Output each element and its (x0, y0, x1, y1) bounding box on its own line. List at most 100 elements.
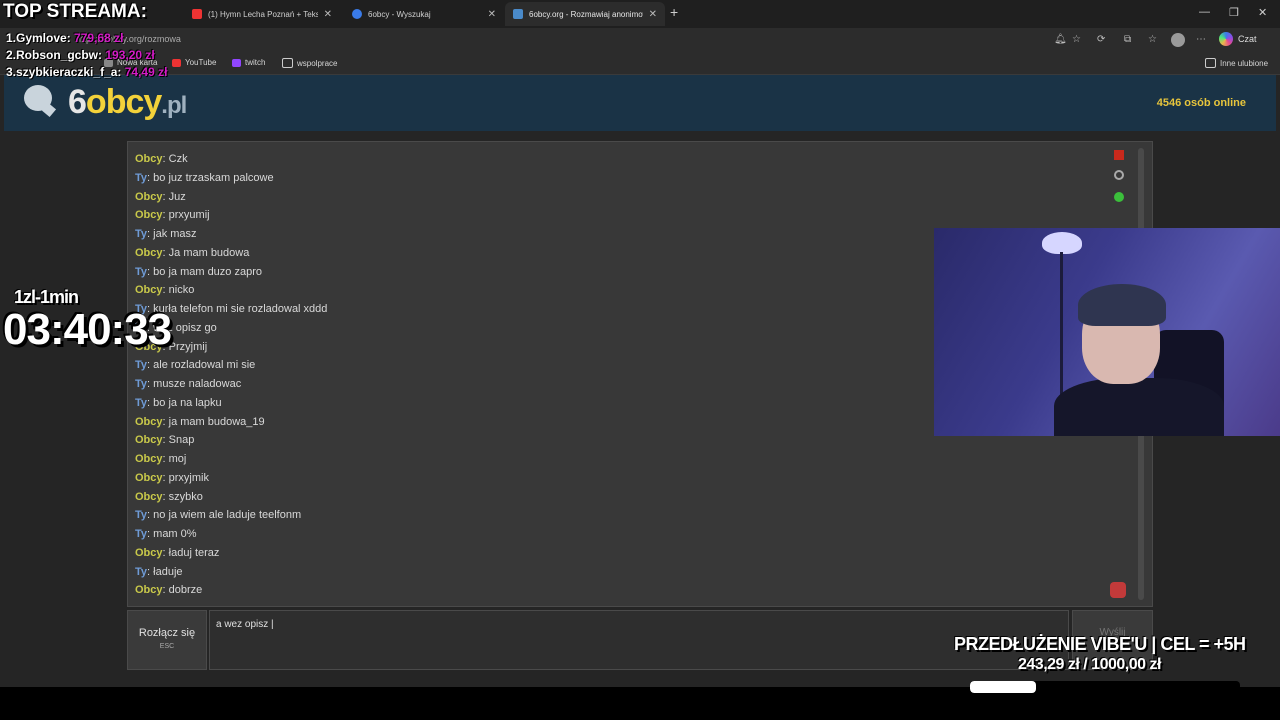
webcam-streamer-hair (1078, 284, 1166, 326)
message-author: Obcy (135, 453, 163, 465)
chat-message: Ty: mam 0% (135, 528, 197, 540)
message-author: Ty (135, 528, 148, 540)
message-text: bo ja na lapku (153, 396, 222, 409)
message-author: Obcy (135, 209, 163, 222)
extensions-icon[interactable]: ⧉ (1124, 34, 1131, 45)
chat-message: Ty: bo ja na lapku (135, 396, 222, 409)
bookmark-twitch[interactable]: twitch (232, 58, 265, 67)
chat-message: Obcy: ładuj teraz (135, 546, 220, 559)
message-text: Snap (168, 434, 195, 447)
favorites-icon[interactable]: ☆ (1148, 34, 1157, 45)
message-text: Ja mam budowa (168, 246, 250, 259)
message-author: Ty (135, 396, 148, 409)
new-tab-button[interactable]: + (670, 4, 678, 20)
chat-message: Ty: kurła telefon mi sie rozladowal xddd (135, 303, 328, 315)
message-author: Ty (135, 378, 148, 390)
zoom-icon[interactable] (1114, 170, 1124, 180)
subathon-timer: 03:40:33 (3, 305, 172, 354)
message-author: Ty (135, 228, 148, 240)
copilot-button[interactable]: Czat (1219, 32, 1257, 46)
message-text: jak masz (153, 228, 197, 240)
report-flag-icon[interactable] (1114, 150, 1124, 160)
chat-message: Obcy: prxyjmik (135, 471, 209, 484)
chat-message: Ty: bo juz trzaskam palcowe (135, 171, 274, 184)
message-author: Ty (135, 265, 148, 278)
webcam-streamer-body (1054, 378, 1224, 436)
message-author: Obcy (135, 434, 163, 447)
chat-message: Ty: no ja wiem ale laduje teelfonm (135, 509, 302, 522)
message-text: prxyjmik (168, 471, 209, 484)
message-author: Obcy (135, 584, 163, 597)
message-author: Obcy (135, 471, 163, 484)
top-donor-1: 1.Gymlove: 779,68 zł (6, 31, 124, 45)
message-text: kurła telefon mi sie rozladowal xddd (153, 303, 328, 315)
chat-message: Obcy: dobrze (135, 584, 203, 597)
chat-message: Ty: jak masz (135, 228, 197, 240)
message-text: Juz (168, 190, 186, 203)
message-text: dobrze (168, 584, 203, 597)
goal-amount: 243,29 zł / 1000,00 zł (1018, 656, 1161, 673)
message-author: Ty (135, 565, 148, 578)
message-text: moj (168, 453, 187, 465)
top-donor-2: 2.Robson_gcbw: 193,20 zł (6, 48, 155, 62)
chat-message: Obcy: Snap (135, 434, 195, 447)
message-text: bo ja mam duzo zapro (153, 265, 262, 278)
more-menu-icon[interactable]: ⋯ (1196, 34, 1206, 45)
notification-icon[interactable]: 🔔︎ (1054, 34, 1067, 45)
close-tab-icon[interactable]: ✕ (324, 9, 332, 20)
minimize-button[interactable]: — (1199, 6, 1210, 18)
message-text: prxyumij (168, 209, 210, 222)
6obcy-tab-icon (513, 9, 523, 19)
online-count: 4546 osób online (1156, 97, 1246, 109)
message-author: Ty (135, 171, 148, 184)
message-author: Obcy (135, 546, 163, 559)
chat-message: Obcy: ja mam budowa_19 (135, 415, 265, 428)
message-text: ładuje (153, 565, 183, 578)
message-list: Obcy: Czk Ty: bo juz trzaskam palcowe Obcy… (135, 150, 1035, 600)
maximize-button[interactable]: ❐ (1229, 6, 1239, 19)
message-author: Obcy (135, 415, 163, 428)
chat-message: Obcy: Przyjmij (135, 340, 208, 353)
chat-bubble-logo-icon (24, 85, 52, 111)
bookmarks-bar: Nowa karta YouTube twitch wspolprace Inn… (0, 54, 1280, 75)
message-text: bo juz trzaskam palcowe (153, 171, 274, 184)
message-text: ja mam budowa_19 (168, 415, 265, 428)
close-tab-icon[interactable]: ✕ (649, 9, 657, 20)
chat-message: Ty: wez opisz go (135, 321, 217, 334)
refresh-icon[interactable]: ⟳ (1097, 34, 1105, 45)
tab-wyszukaj[interactable]: 6obcy - Wyszukaj ✕ (344, 2, 504, 26)
bookmark-wspolprace[interactable]: wspolprace (282, 58, 337, 68)
message-author: Obcy (135, 190, 163, 203)
message-author: Ty (135, 509, 148, 522)
chat-message: Obcy: Ja mam budowa (135, 246, 250, 259)
message-author: Obcy (135, 490, 163, 503)
chat-message: Obcy: Czk (135, 153, 188, 165)
profile-avatar[interactable] (1171, 33, 1185, 47)
dice-icon[interactable] (1110, 582, 1126, 598)
close-tab-icon[interactable]: ✕ (488, 9, 496, 20)
webcam-feed (934, 228, 1280, 436)
sound-toggle-icon[interactable] (1114, 192, 1124, 202)
message-input[interactable]: a wez opisz | (209, 610, 1069, 670)
chat-message: Ty: bo ja mam duzo zapro (135, 265, 262, 278)
message-author: Obcy (135, 246, 163, 259)
site-logo[interactable]: 6obcy.pl (68, 83, 187, 122)
message-author: Obcy (135, 284, 163, 297)
tab-6obcy[interactable]: 6obcy.org - Rozmawiaj anonimowo ✕ (505, 2, 665, 26)
browser-tab-strip: (1) Hymn Lecha Poznań + Tekst - Yo ✕ 6ob… (0, 0, 1280, 28)
favorite-star-icon[interactable]: ☆ (1072, 34, 1081, 45)
chat-message: Ty: ładuje (135, 565, 183, 578)
top-donors-title: TOP STREAMA: (3, 1, 147, 22)
bookmark-inne-ulubione[interactable]: Inne ulubione (1205, 58, 1268, 68)
close-window-button[interactable]: ✕ (1258, 6, 1267, 19)
message-author: Ty (135, 359, 148, 372)
site-header: 6obcy.pl 4546 osób online (4, 75, 1276, 131)
chat-message: Obcy: szybko (135, 490, 203, 503)
bookmark-youtube[interactable]: YouTube (172, 58, 216, 67)
chat-message: Obcy: Juz (135, 190, 186, 203)
chat-message: Obcy: nicko (135, 284, 195, 297)
message-text: ładuj teraz (168, 546, 220, 559)
tab-hymn[interactable]: (1) Hymn Lecha Poznań + Tekst - Yo ✕ (184, 2, 340, 26)
chat-message: Ty: musze naladowac (135, 378, 242, 390)
disconnect-button[interactable]: Rozłącz się ESC (127, 610, 207, 670)
